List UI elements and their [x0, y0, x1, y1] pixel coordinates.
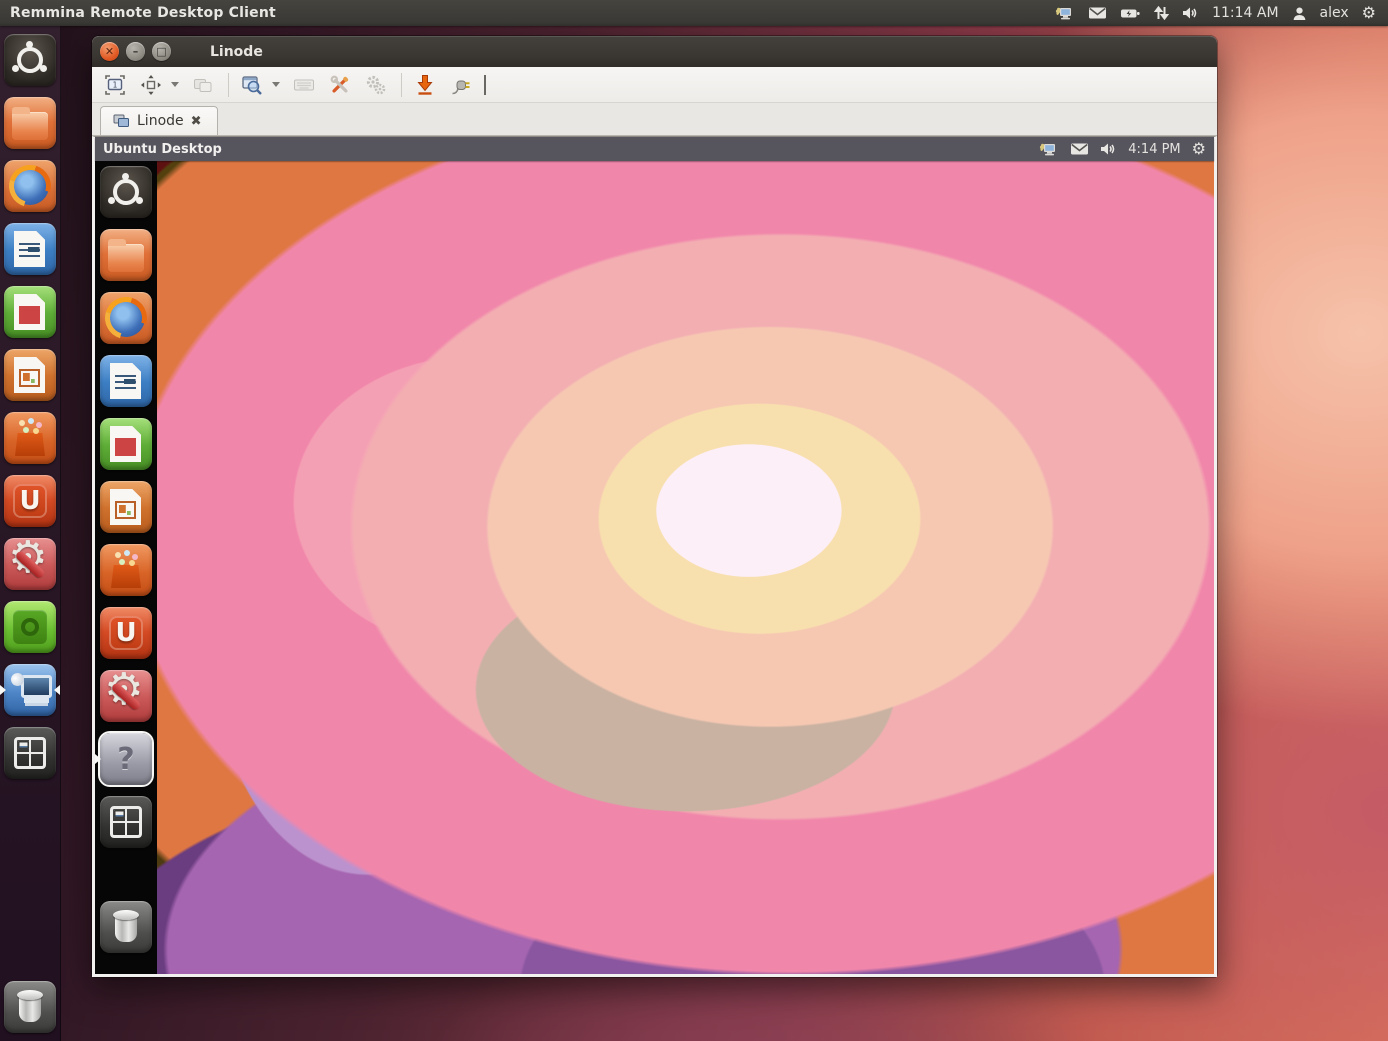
- remote-tray: 4:14 PM ⚙: [1039, 141, 1214, 157]
- take-screenshot-button[interactable]: [410, 71, 440, 99]
- host-top-panel: Remmina Remote Desktop Client 11:14 AM a…: [0, 0, 1388, 26]
- duplicate-connection-button[interactable]: [188, 71, 218, 99]
- remmina-toolbar: 1: [92, 67, 1217, 103]
- remote-launcher: [95, 161, 157, 974]
- firefox-icon[interactable]: [100, 292, 152, 344]
- libreoffice-impress-icon[interactable]: [4, 349, 56, 401]
- download-arrow-icon: [414, 74, 436, 96]
- ubuntu-one-icon[interactable]: [100, 607, 152, 659]
- gears-icon: [365, 74, 387, 96]
- remote-top-panel: Ubuntu Desktop 4:14 PM ⚙: [95, 137, 1214, 161]
- ubuntu-software-icon[interactable]: [4, 601, 56, 653]
- resize-dropdown-caret[interactable]: [168, 71, 182, 99]
- libreoffice-impress-icon[interactable]: [100, 481, 152, 533]
- tab-linode[interactable]: Linode ✖: [100, 106, 218, 135]
- text-cursor: [484, 75, 486, 95]
- remote-wallpaper[interactable]: [157, 161, 1214, 974]
- svg-text:1: 1: [113, 80, 118, 89]
- fullscreen-icon: 1: [104, 74, 126, 96]
- tab-window-icon: [113, 114, 130, 128]
- tab-close-icon[interactable]: ✖: [191, 114, 202, 129]
- ubuntu-software-center-icon[interactable]: [4, 412, 56, 464]
- ubuntu-one-icon[interactable]: [4, 475, 56, 527]
- host-launcher: [0, 26, 61, 1041]
- unknown-window-icon[interactable]: [100, 733, 152, 785]
- send-keystrokes-button[interactable]: [289, 71, 319, 99]
- connection-tools-button[interactable]: [325, 71, 355, 99]
- toggle-fullscreen-button[interactable]: 1: [100, 71, 130, 99]
- remote-panel-title: Ubuntu Desktop: [95, 142, 222, 157]
- toolbar-separator: [228, 73, 229, 97]
- mail-icon[interactable]: [1070, 142, 1089, 156]
- system-settings-icon[interactable]: [100, 670, 152, 722]
- plug-icon: [450, 74, 472, 96]
- trash-icon[interactable]: [4, 981, 56, 1033]
- remote-desktop-area[interactable]: [95, 161, 1214, 974]
- home-folder-icon[interactable]: [4, 97, 56, 149]
- host-clock[interactable]: 11:14 AM: [1212, 5, 1278, 21]
- disconnect-button[interactable]: [446, 71, 476, 99]
- tab-bar: Linode ✖: [92, 103, 1217, 136]
- duplicate-windows-icon: [192, 74, 214, 96]
- libreoffice-calc-icon[interactable]: [100, 418, 152, 470]
- volume-icon[interactable]: [1182, 6, 1199, 20]
- network-icon[interactable]: [1055, 6, 1075, 21]
- trash-icon[interactable]: [100, 901, 152, 953]
- ubuntu-software-center-icon[interactable]: [100, 544, 152, 596]
- remmina-window: ✕ – □ Linode 1: [92, 36, 1217, 977]
- network-icon[interactable]: [1039, 142, 1059, 157]
- session-menu-gear-icon[interactable]: ⚙: [1362, 5, 1376, 21]
- window-title: Linode: [210, 44, 263, 60]
- host-desktop: Remmina Remote Desktop Client 11:14 AM a…: [0, 0, 1388, 1041]
- workspace-switcher-icon[interactable]: [4, 727, 56, 779]
- dash-home-icon[interactable]: [100, 166, 152, 218]
- window-titlebar: ✕ – □ Linode: [92, 36, 1217, 67]
- magnifier-window-icon: [241, 74, 263, 96]
- sync-arrows-icon[interactable]: [1154, 6, 1169, 20]
- window-maximize-button[interactable]: □: [152, 42, 171, 61]
- dash-home-icon[interactable]: [4, 34, 56, 86]
- window-minimize-button[interactable]: –: [126, 42, 145, 61]
- remmina-icon[interactable]: [4, 664, 56, 716]
- resize-window-button[interactable]: [136, 71, 166, 99]
- connection-settings-button[interactable]: [361, 71, 391, 99]
- host-tray: 11:14 AM alex ⚙: [1055, 5, 1388, 21]
- host-app-title: Remmina Remote Desktop Client: [0, 5, 276, 21]
- host-username[interactable]: alex: [1320, 5, 1349, 21]
- system-settings-icon[interactable]: [4, 538, 56, 590]
- tools-icon: [329, 74, 351, 96]
- session-menu-gear-icon[interactable]: ⚙: [1192, 141, 1206, 157]
- resize-arrows-icon: [140, 74, 162, 96]
- keyboard-icon: [293, 74, 315, 96]
- libreoffice-writer-icon[interactable]: [100, 355, 152, 407]
- remote-clock[interactable]: 4:14 PM: [1128, 142, 1180, 157]
- battery-icon[interactable]: [1120, 7, 1141, 20]
- zoom-options-button[interactable]: [237, 71, 267, 99]
- tab-label: Linode: [137, 113, 184, 129]
- user-icon[interactable]: [1292, 6, 1307, 21]
- mail-icon[interactable]: [1088, 6, 1107, 20]
- firefox-icon[interactable]: [4, 160, 56, 212]
- libreoffice-writer-icon[interactable]: [4, 223, 56, 275]
- zoom-dropdown-caret[interactable]: [269, 71, 283, 99]
- libreoffice-calc-icon[interactable]: [4, 286, 56, 338]
- focused-indicator-arrow: [54, 685, 60, 695]
- window-close-button[interactable]: ✕: [100, 42, 119, 61]
- remote-viewport[interactable]: Ubuntu Desktop 4:14 PM ⚙: [92, 136, 1217, 977]
- toolbar-separator: [401, 73, 402, 97]
- volume-icon[interactable]: [1100, 142, 1117, 156]
- running-indicator-arrow: [95, 754, 101, 764]
- running-indicator-arrow: [0, 685, 6, 695]
- workspace-switcher-icon[interactable]: [100, 796, 152, 848]
- home-folder-icon[interactable]: [100, 229, 152, 281]
